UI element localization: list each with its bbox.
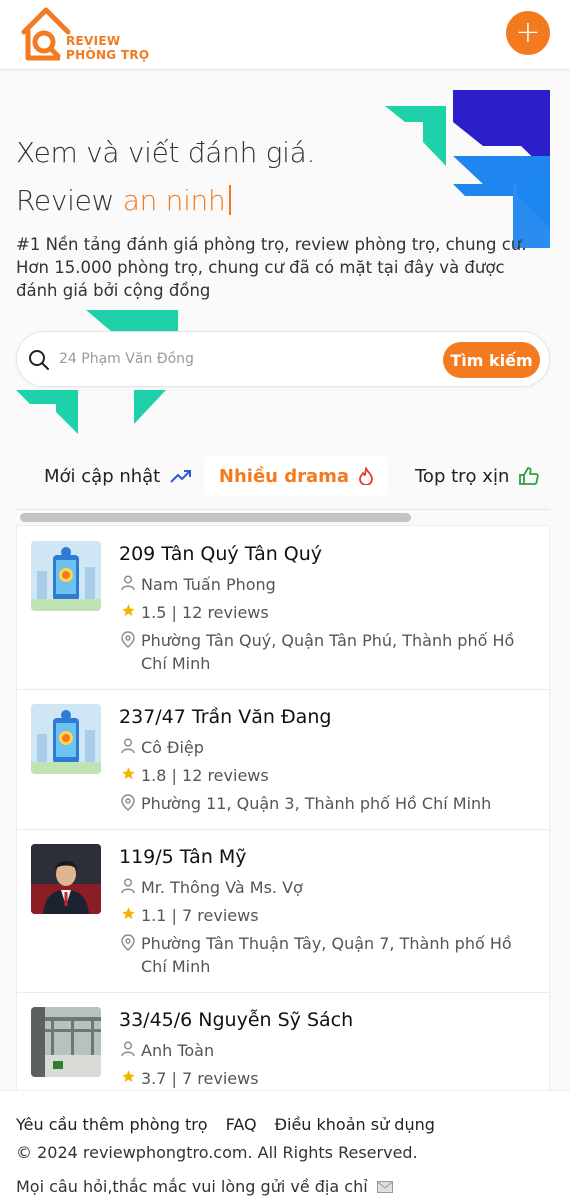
user-icon [119, 736, 137, 754]
address-text: Phường Tân Thuận Tây, Quận 7, Thành phố … [141, 934, 512, 976]
listing-owner: Mr. Thông Và Ms. Vợ [119, 876, 531, 899]
tab-nhieu-drama[interactable]: Nhiều drama [204, 456, 388, 496]
tab-top-tro-xin[interactable]: Top trọ xịn [415, 456, 540, 496]
tab-moi-cap-nhat[interactable]: Mới cập nhật [44, 456, 192, 496]
owner-name: Anh Toàn [141, 1041, 215, 1060]
tab-label: Top trọ xịn [415, 465, 510, 487]
address-text: Phường 11, Quận 3, Thành phố Hồ Chí Minh [141, 794, 492, 813]
listing-card[interactable]: 237/47 Trần Văn Đang Cô Điệp 1.8 | 12 re… [17, 690, 549, 830]
listing-rating: 1.1 | 7 reviews [119, 904, 531, 927]
user-icon [119, 876, 137, 894]
logo-line-2: PHÒNG TRỌ [66, 48, 150, 62]
listing-owner: Cô Điệp [119, 736, 531, 759]
listing-title[interactable]: 237/47 Trần Văn Đang [119, 706, 331, 728]
listing-title[interactable]: 33/45/6 Nguyễn Sỹ Sách [119, 1009, 353, 1031]
listing-address: Phường 11, Quận 3, Thành phố Hồ Chí Minh [119, 792, 531, 815]
hero-subtitle: Review an ninh [16, 184, 232, 217]
listing-owner: Anh Toàn [119, 1039, 531, 1062]
rating-text: 3.7 | 7 reviews [141, 1069, 259, 1088]
listing-thumbnail [31, 1007, 101, 1077]
location-pin-icon [119, 932, 137, 951]
listing-rating: 1.5 | 12 reviews [119, 601, 531, 624]
listing-card[interactable]: 119/5 Tân Mỹ Mr. Thông Và Ms. Vợ 1.1 | 7… [17, 830, 549, 993]
footer-contact-text: Mọi câu hỏi,thắc mắc vui lòng gửi về địa… [16, 1177, 368, 1196]
hero-description: #1 Nền tảng đánh giá phòng trọ, review p… [16, 235, 527, 300]
logo[interactable]: REVIEW PHÒNG TRỌ [20, 6, 150, 64]
rating-text: 1.8 | 12 reviews [141, 766, 269, 785]
search-bar: Tìm kiếm [16, 331, 550, 387]
logo-line-1: REVIEW [66, 34, 121, 48]
listing-rating: 3.7 | 7 reviews [119, 1067, 531, 1090]
listing-address: Phường Tân Quý, Quận Tân Phú, Thành phố … [119, 629, 531, 675]
owner-name: Nam Tuấn Phong [141, 575, 276, 594]
listing-card[interactable]: 33/45/6 Nguyễn Sỹ Sách Anh Toàn 3.7 | 7 … [17, 993, 549, 1090]
footer: Yêu cầu thêm phòng trọ FAQ Điều khoản sử… [0, 1090, 570, 1200]
address-text: Phường Tân Quý, Quận Tân Phú, Thành phố … [141, 631, 515, 673]
search-button[interactable]: Tìm kiếm [443, 342, 540, 378]
footer-links: Yêu cầu thêm phòng trọ FAQ Điều khoản sử… [16, 1115, 435, 1134]
tab-label: Mới cập nhật [44, 465, 161, 487]
footer-link-faq[interactable]: FAQ [226, 1115, 257, 1134]
listing-thumbnail [31, 541, 101, 611]
listing-title[interactable]: 209 Tân Quý Tân Quý [119, 543, 322, 565]
tabs-scrollbar[interactable] [20, 513, 411, 522]
user-icon [119, 573, 137, 591]
header: REVIEW PHÒNG TRỌ + [0, 0, 570, 70]
listing-list: 209 Tân Quý Tân Quý Nam Tuấn Phong 1.5 |… [16, 525, 550, 1090]
listing-rating: 1.8 | 12 reviews [119, 764, 531, 787]
listing-thumbnail [31, 704, 101, 774]
footer-link-terms[interactable]: Điều khoản sử dụng [275, 1115, 435, 1134]
location-pin-icon [119, 629, 137, 648]
add-button[interactable]: + [506, 11, 550, 55]
search-icon [29, 350, 49, 370]
thumbs-up-icon [519, 467, 540, 485]
flame-icon [359, 467, 373, 485]
owner-name: Mr. Thông Và Ms. Vợ [141, 878, 303, 897]
footer-contact: Mọi câu hỏi,thắc mắc vui lòng gửi về địa… [16, 1177, 393, 1197]
hero-subtitle-prefix: Review [16, 184, 115, 217]
rating-text: 1.5 | 12 reviews [141, 603, 269, 622]
hero-subtitle-accent: an ninh [122, 184, 226, 217]
listing-card[interactable]: 209 Tân Quý Tân Quý Nam Tuấn Phong 1.5 |… [17, 526, 549, 690]
listing-title[interactable]: 119/5 Tân Mỹ [119, 846, 247, 868]
star-icon [119, 1067, 137, 1084]
logo-text: REVIEW PHÒNG TRỌ [66, 34, 149, 62]
rating-text: 1.1 | 7 reviews [141, 906, 259, 925]
decor-arrows-top-right [385, 90, 550, 248]
mail-icon [376, 1178, 393, 1197]
owner-name: Cô Điệp [141, 738, 204, 757]
trending-up-icon [170, 468, 192, 484]
location-pin-icon [119, 792, 137, 811]
star-icon [119, 601, 137, 618]
hero-title: Xem và viết đánh giá. [16, 136, 316, 169]
listing-address: Phường Tân Thuận Tây, Quận 7, Thành phố … [119, 932, 531, 978]
typing-caret [229, 185, 232, 215]
star-icon [119, 764, 137, 781]
search-input[interactable] [59, 344, 439, 374]
listing-owner: Nam Tuấn Phong [119, 573, 531, 596]
tab-label: Nhiều drama [218, 465, 350, 487]
footer-link-request-room[interactable]: Yêu cầu thêm phòng trọ [16, 1115, 208, 1134]
user-icon [119, 1039, 137, 1057]
footer-copyright: © 2024 reviewphongtro.com. All Rights Re… [16, 1143, 418, 1162]
listing-thumbnail [31, 844, 101, 914]
star-icon [119, 904, 137, 921]
